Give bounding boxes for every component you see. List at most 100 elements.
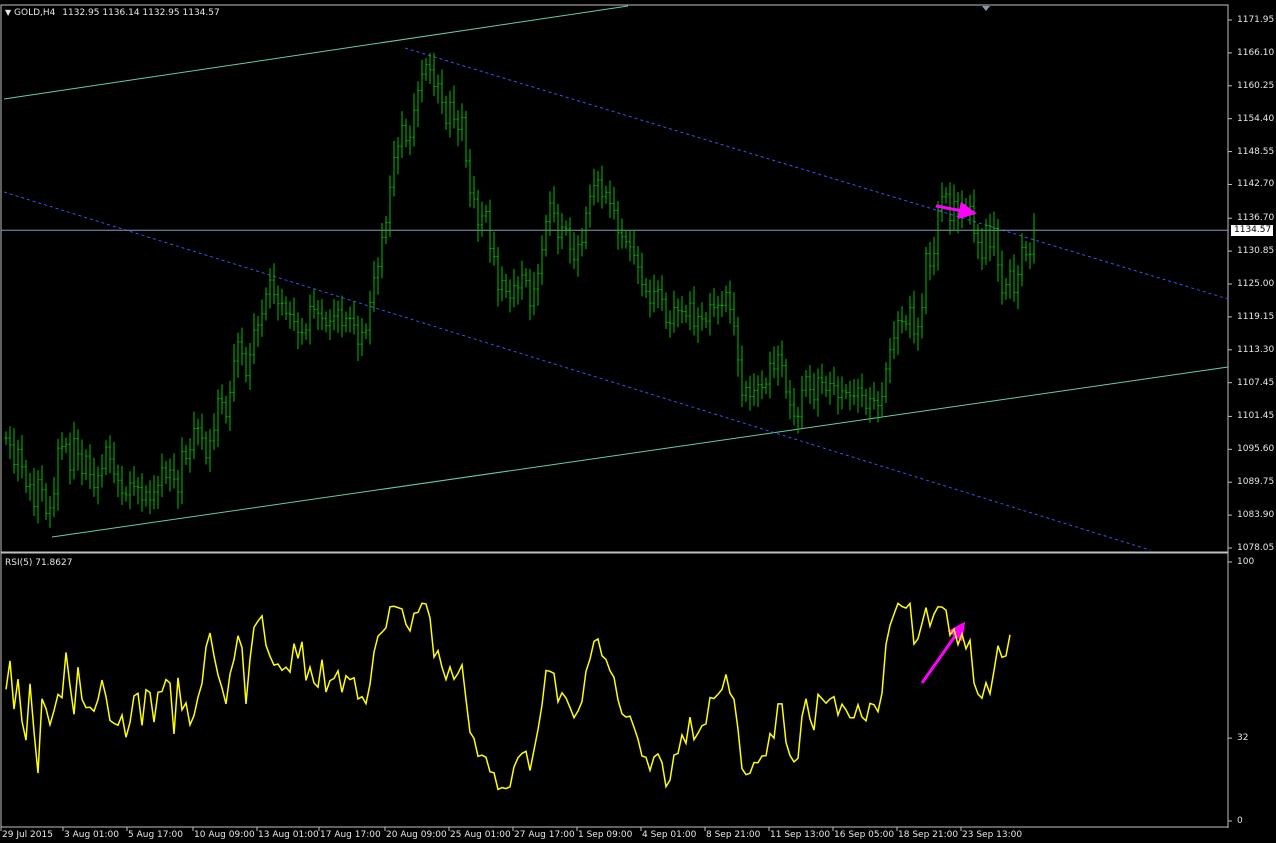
ohlc-bar [1020,233,1024,287]
time-tick-label: 23 Sep 13:00 [962,830,1023,840]
ohlc-bar [208,429,212,473]
ohlc-bar [680,296,684,324]
ohlc-bar [136,477,140,505]
ohlc-bar [924,246,928,315]
ohlc-bar [452,85,456,129]
ohlc-bar [616,201,620,250]
ohlc-bar [600,165,604,209]
ohlc-bar [884,362,888,404]
price-tick-label: 1078.05 [1237,543,1275,553]
ohlc-bar [908,295,912,339]
ohlc-bar [192,411,196,460]
ohlc-bar [904,314,908,331]
ohlc-bar [276,285,280,321]
ohlc-bar [216,389,220,448]
ohlc-bar [20,434,24,479]
ohlc-bar [308,294,312,345]
ohlc-bar [724,285,728,313]
ohlc-bar [168,458,172,492]
ohlc-bar [300,318,304,345]
ohlc-bar [684,304,688,323]
ohlc-bar [332,299,336,331]
price-tick-label: 1101.45 [1237,411,1275,422]
ohlc-bar [368,290,372,345]
ohlc-bar [972,189,976,243]
price-tick-label: 1095.60 [1237,444,1275,455]
ohlc-bar [52,476,56,518]
ohlc-bar [316,300,320,331]
time-tick-label: 13 Aug 01:00 [258,830,319,840]
channel-upper-line [3,5,629,100]
chart-window[interactable]: ▼ GOLD,H4 1132.95 1136.14 1132.95 1134.5… [0,0,1276,843]
ohlc-bar [28,472,32,501]
ohlc-bar [4,431,8,445]
ohlc-bar [524,268,528,288]
ohlc-bar [480,201,484,237]
ohlc-bar [372,260,376,312]
ohlc-bar [936,201,940,271]
ohlc-bar [488,199,492,263]
channel-lower-line [51,366,1229,538]
price-tick-label: 1154.40 [1237,113,1275,124]
ohlc-bar [312,289,316,319]
ohlc-bar [344,311,348,333]
ohlc-bar [56,438,60,511]
ohlc-bar [188,438,192,473]
main-panel-frame [0,4,1229,553]
ohlc-bar [632,230,636,265]
ohlc-bar [572,232,576,270]
ohlc-bar [620,218,624,249]
ohlc-bar [352,301,356,335]
price-tick-label: 1107.45 [1237,377,1275,388]
ohlc-bar [120,465,124,505]
ohlc-bar [700,302,704,331]
ohlc-bar [536,264,540,306]
price-chart[interactable] [0,0,1276,843]
ohlc-bar [76,429,80,471]
ohlc-bar [400,111,404,159]
price-tick-label: 1142.70 [1237,179,1275,190]
price-tick-label: 1160.25 [1237,80,1275,91]
ohlc-bar [416,81,420,128]
price-tick-label: 1171.95 [1237,15,1275,25]
ohlc-bar [8,426,12,460]
ohlc-bar [360,318,364,356]
ohlc-bar [440,69,444,115]
ohlc-bar [64,437,68,454]
ohlc-bar [716,296,720,325]
ohlc-bar [212,413,216,451]
ohlc-bar [160,453,164,498]
ohlc-bar [848,380,852,411]
ohlc-bar [516,276,520,305]
ohlc-bar [32,467,36,516]
time-tick-label: 1 Sep 09:00 [578,830,633,840]
ohlc-bar [256,315,260,347]
ohlc-bar [156,476,160,509]
ohlc-bar [984,218,988,265]
ohlc-bar [872,381,876,410]
time-tick-label: 17 Aug 17:00 [320,830,381,840]
ohlc-bar [448,90,452,138]
ohlc-bar [532,272,536,316]
ohlc-bar [236,332,240,378]
ohlc-bar [392,140,396,197]
ohlc-bar [456,109,460,147]
ohlc-bar [1008,259,1012,299]
ohlc-bar [768,351,772,399]
ohlc-bar [820,363,824,395]
ohlc-bar [688,291,692,331]
ohlc-bar [660,275,664,311]
ohlc-bar [780,340,784,378]
ohlc-bar [944,187,948,204]
ohlc-bar [636,246,640,284]
ohlc-bar [164,461,168,485]
rsi-tick-label: 100 [1237,557,1255,567]
magenta-arrow-rsi [920,621,966,684]
ohlc-bar [436,74,440,104]
ohlc-bar [604,185,608,204]
ohlc-bar [708,292,712,336]
ohlc-bar [928,241,932,281]
ohlc-bar [504,273,508,299]
ohlc-bar [304,323,308,340]
ohlc-bar [888,337,892,384]
